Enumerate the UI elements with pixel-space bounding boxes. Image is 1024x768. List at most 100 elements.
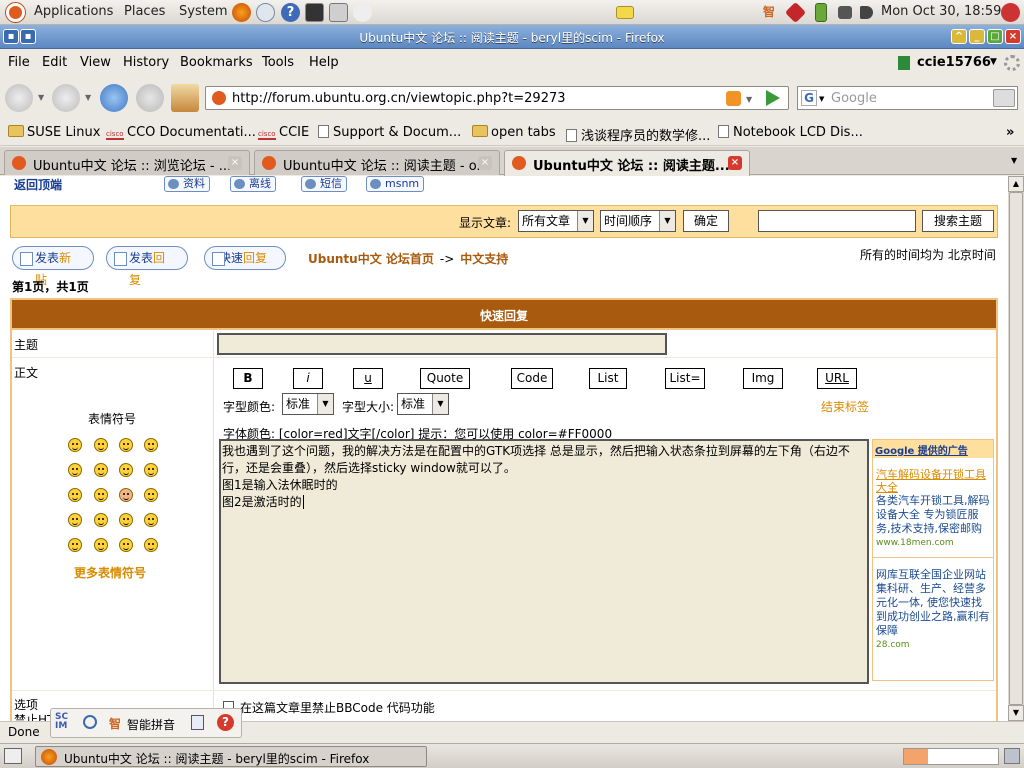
- smiley-icon[interactable]: [94, 463, 108, 477]
- font-color-select[interactable]: 标准 ▼: [282, 393, 334, 415]
- smiley-icon[interactable]: [68, 463, 82, 477]
- stop-button[interactable]: [136, 84, 164, 112]
- menu-bookmarks[interactable]: Bookmarks: [180, 55, 253, 70]
- clock[interactable]: Mon Oct 30, 18:59: [881, 4, 1001, 19]
- smiley-icon[interactable]: [94, 513, 108, 527]
- back-history-icon[interactable]: ▼: [38, 93, 44, 102]
- rss-feed-icon[interactable]: [726, 91, 741, 106]
- new-topic-button[interactable]: 发表新贴: [12, 246, 94, 287]
- ads-header-link[interactable]: Google 提供的广告: [873, 440, 993, 458]
- engine-dropdown-icon[interactable]: ▼: [819, 95, 824, 103]
- smiley-icon[interactable]: [119, 488, 133, 502]
- go-button[interactable]: [766, 90, 780, 106]
- smiley-icon[interactable]: [94, 488, 108, 502]
- scim-help-icon[interactable]: ?: [217, 714, 234, 731]
- question-icon[interactable]: [94, 538, 108, 552]
- back-button[interactable]: [5, 84, 33, 112]
- url-button[interactable]: URL: [817, 368, 857, 389]
- smiley-icon[interactable]: [119, 463, 133, 477]
- breadcrumb-home-link[interactable]: Ubuntu中文 论坛首页: [308, 250, 434, 267]
- page-scrollbar[interactable]: ▲ ▼: [1008, 176, 1024, 721]
- menu-file[interactable]: File: [8, 55, 30, 70]
- mail-launcher-icon[interactable]: [256, 3, 275, 22]
- search-bar[interactable]: G ▼ Google: [797, 86, 1018, 110]
- scroll-up-icon[interactable]: ▲: [1008, 176, 1024, 192]
- reply-button[interactable]: 发表回复: [106, 246, 188, 287]
- menu-edit[interactable]: Edit: [42, 55, 67, 70]
- show-desktop-icon[interactable]: [4, 748, 22, 764]
- ad-url[interactable]: 28.com: [876, 640, 991, 650]
- underline-button[interactable]: u: [353, 368, 383, 389]
- scim-ime-label[interactable]: 智能拼音: [127, 716, 175, 733]
- shade-button[interactable]: ^: [951, 29, 967, 44]
- notes-icon[interactable]: [616, 6, 634, 19]
- update-icon[interactable]: [784, 1, 807, 24]
- user-account-menu[interactable]: ccie15766: [917, 55, 991, 70]
- font-size-select[interactable]: 标准 ▼: [397, 393, 449, 415]
- ad-item[interactable]: 网库互联全国企业网站集科研、生产、经营多元化一体, 使您快速找到成功创业之路,赢…: [873, 558, 993, 650]
- scim-tray-icon[interactable]: 智: [763, 3, 782, 22]
- idea-icon[interactable]: [119, 538, 133, 552]
- smiley-icon[interactable]: [68, 488, 82, 502]
- bookmark-open-tabs[interactable]: open tabs: [472, 125, 556, 140]
- url-bar[interactable]: http://forum.ubuntu.org.cn/viewtopic.php…: [205, 86, 789, 110]
- forward-history-icon[interactable]: ▼: [85, 93, 91, 102]
- smiley-icon[interactable]: [68, 513, 82, 527]
- scim-setup-icon[interactable]: [191, 715, 204, 730]
- bookmark-ccie[interactable]: cisco CCIE: [258, 125, 309, 140]
- help-launcher-icon[interactable]: ?: [281, 3, 300, 22]
- chevron-down-icon[interactable]: ▼: [990, 57, 997, 67]
- confirm-button[interactable]: 确定: [683, 210, 729, 232]
- bookmark-programmer-math[interactable]: 浅谈程序员的数学修...: [566, 125, 710, 144]
- url-dropdown-icon[interactable]: ▼: [746, 95, 752, 104]
- maximize-button[interactable]: □: [987, 29, 1003, 44]
- network-icon[interactable]: [838, 6, 852, 19]
- screenshot-launcher-icon[interactable]: [329, 3, 348, 22]
- tab-forum-topic-o[interactable]: Ubuntu中文 论坛 :: 阅读主题 - o... ×: [254, 150, 500, 175]
- close-tags-link[interactable]: 结束标签: [821, 398, 869, 415]
- smiley-icon[interactable]: [94, 438, 108, 452]
- gaim-launcher-icon[interactable]: [353, 3, 372, 22]
- scim-logo-icon[interactable]: SC IM: [55, 713, 75, 733]
- bookmark-support-docum[interactable]: Support & Docum...: [318, 125, 461, 140]
- search-topic-button[interactable]: 搜索主题: [922, 210, 994, 232]
- close-window-button[interactable]: ×: [1005, 29, 1021, 44]
- scim-toolbar[interactable]: SC IM 智 智能拼音 ?: [50, 708, 242, 738]
- smiley-icon[interactable]: [68, 438, 82, 452]
- home-button[interactable]: [171, 84, 199, 112]
- close-tab-icon[interactable]: ×: [478, 156, 492, 170]
- tab-forum-browse[interactable]: Ubuntu中文 论坛 :: 浏览论坛 - ... ×: [4, 150, 250, 175]
- input-mode-icon[interactable]: [83, 715, 97, 729]
- scrollbar-thumb[interactable]: [1009, 192, 1023, 705]
- applications-menu[interactable]: Applications: [34, 4, 113, 19]
- ad-url[interactable]: www.18men.com: [876, 538, 991, 548]
- url-text[interactable]: http://forum.ubuntu.org.cn/viewtopic.php…: [232, 91, 566, 106]
- italic-button[interactable]: i: [293, 368, 323, 389]
- show-posts-select[interactable]: 所有文章 ▼: [518, 210, 594, 232]
- smiley-icon[interactable]: [144, 488, 158, 502]
- tab-forum-topic-active[interactable]: Ubuntu中文 论坛 :: 阅读主题... ×: [504, 150, 750, 176]
- ordered-list-button[interactable]: List=: [665, 368, 705, 389]
- google-engine-icon[interactable]: G: [801, 90, 817, 106]
- tab-list-icon[interactable]: ▼: [1011, 156, 1017, 165]
- message-textarea[interactable]: 我也遇到了这个问题，我的解决方法是在配置中的GTK项选择 总是显示，然后把输入状…: [219, 439, 869, 684]
- breadcrumb-section-link[interactable]: 中文支持: [460, 250, 508, 267]
- firefox-launcher-icon[interactable]: [232, 3, 251, 22]
- menu-help[interactable]: Help: [309, 55, 339, 70]
- volume-icon[interactable]: [860, 6, 873, 19]
- quit-icon[interactable]: [1001, 3, 1020, 22]
- image-button[interactable]: Img: [743, 368, 783, 389]
- list-button[interactable]: List: [589, 368, 627, 389]
- bookmark-notebook-lcd[interactable]: Notebook LCD Dis...: [718, 125, 863, 140]
- workspace-switcher[interactable]: [903, 748, 999, 765]
- terminal-launcher-icon[interactable]: [305, 3, 324, 22]
- msn-button[interactable]: msnm: [366, 176, 425, 192]
- smiley-icon[interactable]: [119, 438, 133, 452]
- online-status-button[interactable]: 离线: [230, 176, 276, 192]
- smiley-icon[interactable]: [144, 463, 158, 477]
- trash-icon[interactable]: [1004, 748, 1020, 764]
- close-tab-icon[interactable]: ×: [228, 156, 242, 170]
- exclamation-icon[interactable]: [68, 538, 82, 552]
- close-tab-icon[interactable]: ×: [728, 156, 742, 170]
- pm-button[interactable]: 短信: [301, 176, 347, 192]
